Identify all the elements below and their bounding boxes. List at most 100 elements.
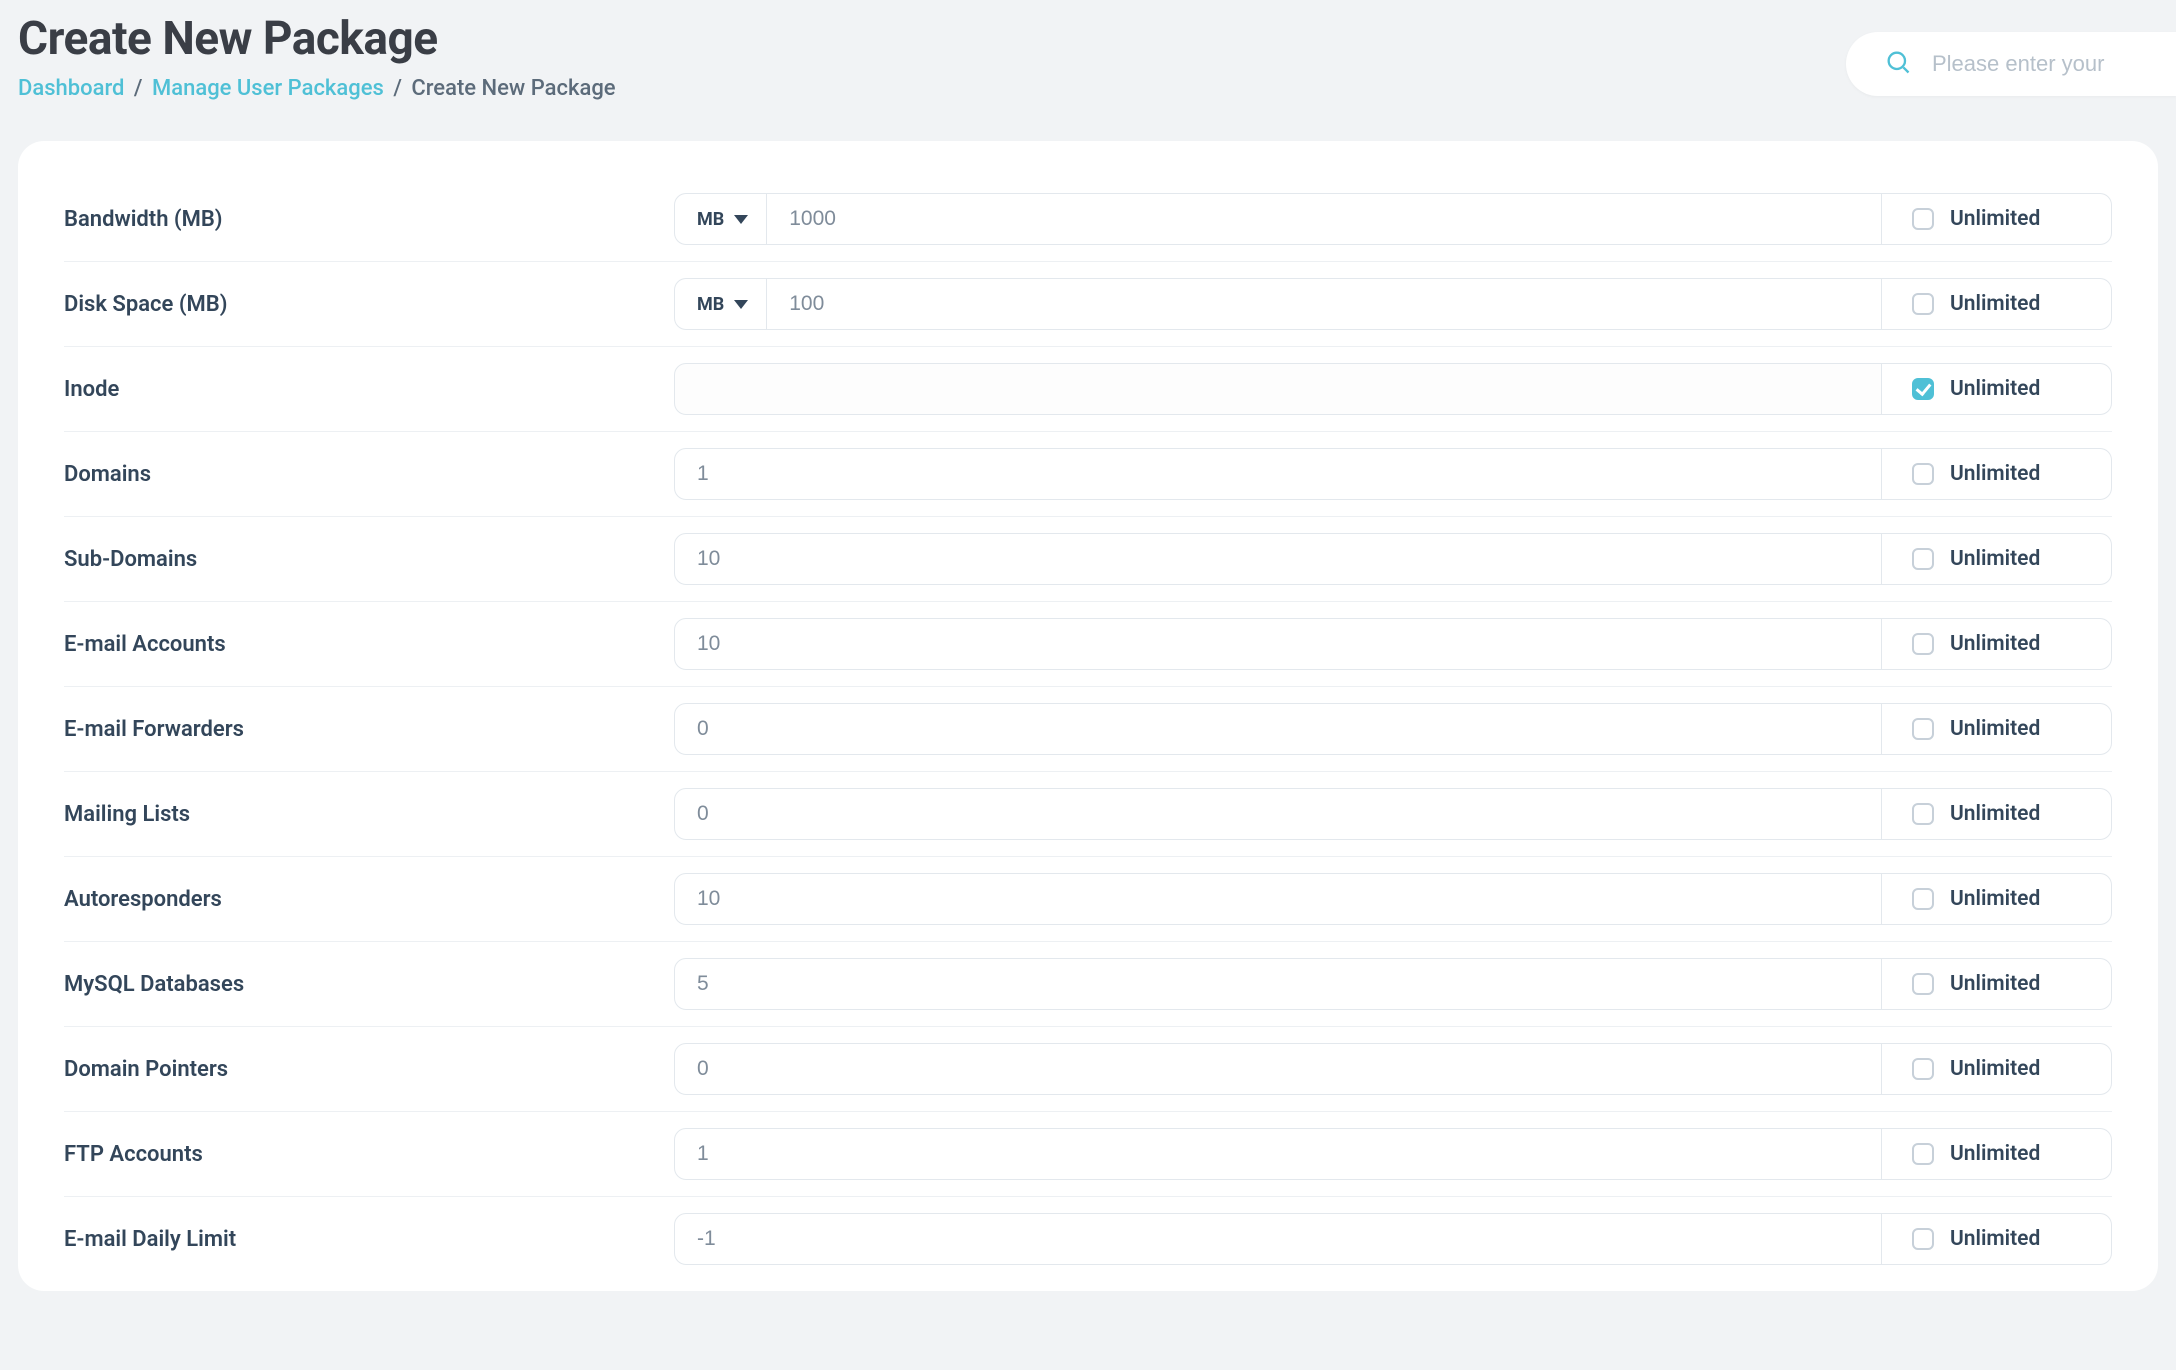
- value-input[interactable]: [674, 1213, 1882, 1265]
- value-input[interactable]: [766, 278, 1882, 330]
- unlimited-label: Unlimited: [1950, 717, 2040, 741]
- row-label: Mailing Lists: [64, 802, 674, 827]
- page-header: Create New Package Dashboard / Manage Us…: [0, 0, 2176, 101]
- value-input[interactable]: [674, 958, 1882, 1010]
- value-input[interactable]: [674, 533, 1882, 585]
- search-box[interactable]: [1846, 32, 2176, 96]
- unlimited-label: Unlimited: [1950, 462, 2040, 486]
- unlimited-label: Unlimited: [1950, 972, 2040, 996]
- unlimited-box: Unlimited: [1882, 448, 2112, 500]
- form-row: E-mail Daily Limit Unlimited: [64, 1197, 2112, 1281]
- value-input[interactable]: [674, 363, 1882, 415]
- row-label: Inode: [64, 377, 674, 402]
- row-label: E-mail Accounts: [64, 632, 674, 657]
- unlimited-label: Unlimited: [1950, 802, 2040, 826]
- unlimited-checkbox[interactable]: [1912, 548, 1934, 570]
- unlimited-box: Unlimited: [1882, 788, 2112, 840]
- unlimited-label: Unlimited: [1950, 887, 2040, 911]
- row-label: Domain Pointers: [64, 1057, 674, 1082]
- unlimited-checkbox[interactable]: [1912, 463, 1934, 485]
- unlimited-checkbox[interactable]: [1912, 1228, 1934, 1250]
- breadcrumb-sep: /: [134, 76, 143, 101]
- row-controls: Unlimited: [674, 618, 2112, 670]
- value-input[interactable]: [674, 448, 1882, 500]
- unlimited-box: Unlimited: [1882, 1213, 2112, 1265]
- form-row: Sub-Domains Unlimited: [64, 517, 2112, 602]
- breadcrumb-sep: /: [393, 76, 402, 101]
- row-label: Disk Space (MB): [64, 292, 674, 317]
- value-input[interactable]: [674, 618, 1882, 670]
- search-input[interactable]: [1932, 51, 2152, 77]
- row-label: Sub-Domains: [64, 547, 674, 572]
- unlimited-box: Unlimited: [1882, 1128, 2112, 1180]
- unit-label: MB: [697, 294, 724, 315]
- unlimited-label: Unlimited: [1950, 1057, 2040, 1081]
- row-label: E-mail Daily Limit: [64, 1227, 674, 1252]
- unlimited-checkbox[interactable]: [1912, 1143, 1934, 1165]
- unlimited-checkbox[interactable]: [1912, 718, 1934, 740]
- unlimited-checkbox[interactable]: [1912, 973, 1934, 995]
- unlimited-label: Unlimited: [1950, 292, 2040, 316]
- unlimited-box: Unlimited: [1882, 363, 2112, 415]
- form-row: Inode Unlimited: [64, 347, 2112, 432]
- row-controls: Unlimited: [674, 533, 2112, 585]
- row-controls: Unlimited: [674, 788, 2112, 840]
- unlimited-checkbox[interactable]: [1912, 633, 1934, 655]
- unlimited-label: Unlimited: [1950, 547, 2040, 571]
- value-input[interactable]: [766, 193, 1882, 245]
- row-label: Autoresponders: [64, 887, 674, 912]
- unlimited-label: Unlimited: [1950, 207, 2040, 231]
- unlimited-box: Unlimited: [1882, 278, 2112, 330]
- unlimited-checkbox[interactable]: [1912, 378, 1934, 400]
- unlimited-checkbox[interactable]: [1912, 1058, 1934, 1080]
- value-input[interactable]: [674, 873, 1882, 925]
- breadcrumb-manage-link[interactable]: Manage User Packages: [152, 76, 384, 101]
- unit-select[interactable]: MB: [674, 193, 766, 245]
- unlimited-checkbox[interactable]: [1912, 293, 1934, 315]
- unlimited-box: Unlimited: [1882, 873, 2112, 925]
- row-label: FTP Accounts: [64, 1142, 674, 1167]
- breadcrumb-dashboard-link[interactable]: Dashboard: [18, 76, 124, 101]
- form-row: Disk Space (MB) MB Unlimited: [64, 262, 2112, 347]
- unlimited-box: Unlimited: [1882, 618, 2112, 670]
- chevron-down-icon: [734, 215, 748, 224]
- page-title: Create New Package: [18, 12, 616, 66]
- row-label: Bandwidth (MB): [64, 207, 674, 232]
- form-row: Domain Pointers Unlimited: [64, 1027, 2112, 1112]
- unit-select[interactable]: MB: [674, 278, 766, 330]
- unlimited-label: Unlimited: [1950, 1142, 2040, 1166]
- row-controls: Unlimited: [674, 873, 2112, 925]
- unit-label: MB: [697, 209, 724, 230]
- form-row: Bandwidth (MB) MB Unlimited: [64, 177, 2112, 262]
- value-input[interactable]: [674, 703, 1882, 755]
- row-controls: Unlimited: [674, 1213, 2112, 1265]
- unlimited-label: Unlimited: [1950, 1227, 2040, 1251]
- unlimited-box: Unlimited: [1882, 958, 2112, 1010]
- search-icon: [1884, 48, 1912, 80]
- unlimited-checkbox[interactable]: [1912, 888, 1934, 910]
- unlimited-checkbox[interactable]: [1912, 208, 1934, 230]
- form-row: Mailing Lists Unlimited: [64, 772, 2112, 857]
- page-root: Create New Package Dashboard / Manage Us…: [0, 0, 2176, 1370]
- unlimited-box: Unlimited: [1882, 533, 2112, 585]
- form-row: Domains Unlimited: [64, 432, 2112, 517]
- unlimited-label: Unlimited: [1950, 632, 2040, 656]
- value-input[interactable]: [674, 788, 1882, 840]
- value-input[interactable]: [674, 1043, 1882, 1095]
- row-label: MySQL Databases: [64, 972, 674, 997]
- form-card: Bandwidth (MB)MBUnlimitedDisk Space (MB)…: [18, 141, 2158, 1291]
- row-label: E-mail Forwarders: [64, 717, 674, 742]
- row-controls: Unlimited: [674, 1043, 2112, 1095]
- unlimited-box: Unlimited: [1882, 193, 2112, 245]
- row-label: Domains: [64, 462, 674, 487]
- row-controls: MB Unlimited: [674, 193, 2112, 245]
- form-row: FTP Accounts Unlimited: [64, 1112, 2112, 1197]
- unlimited-checkbox[interactable]: [1912, 803, 1934, 825]
- breadcrumb-current: Create New Package: [411, 76, 615, 101]
- form-row: E-mail Forwarders Unlimited: [64, 687, 2112, 772]
- form-row: MySQL Databases Unlimited: [64, 942, 2112, 1027]
- unlimited-box: Unlimited: [1882, 703, 2112, 755]
- value-input[interactable]: [674, 1128, 1882, 1180]
- unlimited-label: Unlimited: [1950, 377, 2040, 401]
- row-controls: Unlimited: [674, 703, 2112, 755]
